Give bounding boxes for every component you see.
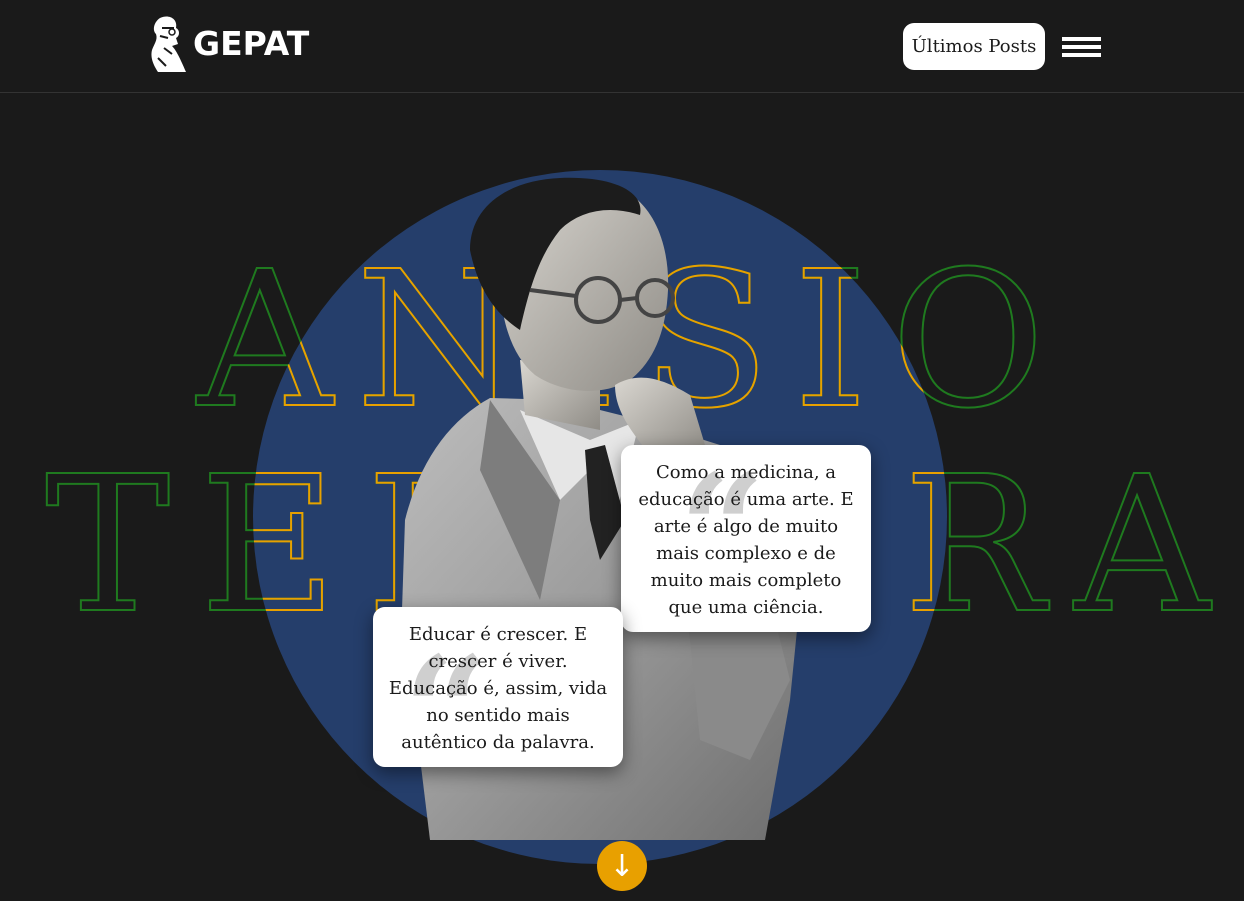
logo-portrait-icon <box>151 16 186 72</box>
arrow-down-icon: ↓ <box>609 848 635 884</box>
site-header: GEPAT Últimos Posts <box>0 0 1244 93</box>
logo[interactable]: GEPAT <box>146 14 309 74</box>
quote-card-2: “ Educar é crescer. E crescer é viver. E… <box>373 607 623 767</box>
quote-text-2: Educar é crescer. E crescer é viver. Edu… <box>388 624 608 753</box>
page: GEPAT Últimos Posts ANISIO TEIXEIRA ANIS… <box>0 0 1244 901</box>
quote-card-1: “ Como a medicina, a educação é uma arte… <box>621 445 871 632</box>
quote-text-1: Como a medicina, a educação é uma arte. … <box>638 462 854 618</box>
latest-posts-button[interactable]: Últimos Posts <box>903 23 1045 70</box>
hamburger-menu-icon[interactable] <box>1062 37 1101 57</box>
logo-text: GEPAT <box>193 24 310 63</box>
scroll-down-button[interactable]: ↓ <box>597 841 647 891</box>
